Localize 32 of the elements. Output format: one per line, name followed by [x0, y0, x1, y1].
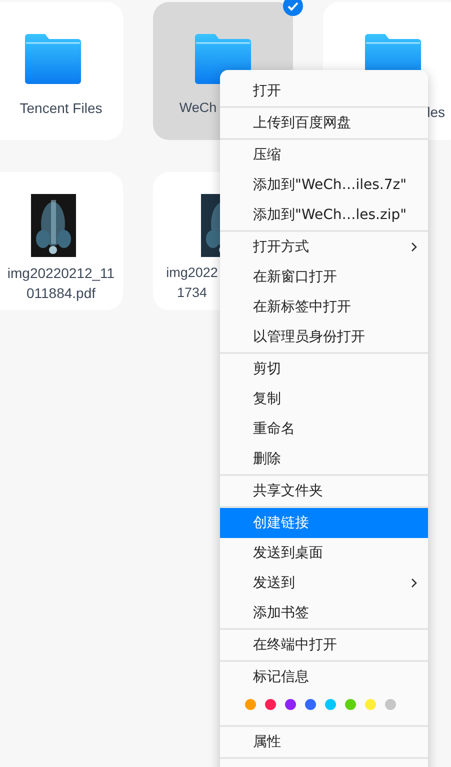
menu-item[interactable]: 发送到: [220, 568, 428, 598]
menu-item[interactable]: 添加到"WeCh…les.zip": [220, 200, 428, 230]
color-tag[interactable]: [305, 699, 316, 710]
menu-item[interactable]: 压缩: [220, 140, 428, 170]
color-tag[interactable]: [345, 699, 356, 710]
menu-item[interactable]: 以管理员身份打开: [220, 322, 428, 352]
menu-item[interactable]: 重命名: [220, 414, 428, 444]
file-name[interactable]: img2022 1734: [165, 263, 219, 303]
color-tag[interactable]: [265, 699, 276, 710]
menu-item[interactable]: 打开方式: [220, 232, 428, 262]
color-tag[interactable]: [385, 699, 396, 710]
color-tag[interactable]: [325, 699, 336, 710]
menu-item[interactable]: 共享文件夹: [220, 476, 428, 506]
menu-item[interactable]: 在新标签中打开: [220, 292, 428, 322]
folder-icon: [25, 34, 81, 84]
menu-item[interactable]: 添加书签: [220, 598, 428, 628]
menu-item[interactable]: 添加到"WeCh…iles.7z": [220, 170, 428, 200]
menu-item[interactable]: 上传到百度网盘: [220, 108, 428, 138]
menu-item[interactable]: 属性: [220, 727, 428, 757]
color-tag[interactable]: [245, 699, 256, 710]
menu-item[interactable]: 打开: [220, 76, 428, 106]
color-tag[interactable]: [285, 699, 296, 710]
menu-item[interactable]: 删除: [220, 444, 428, 474]
color-tag[interactable]: [365, 699, 376, 710]
menu-label: 标记信息: [252, 668, 310, 687]
menu-item[interactable]: 在终端中打开: [220, 630, 428, 660]
menu-item[interactable]: 复制: [220, 384, 428, 414]
menu-item[interactable]: 在新窗口打开: [220, 262, 428, 292]
file-name[interactable]: Tencent Files: [0, 98, 123, 118]
menu-item[interactable]: 剪切: [220, 354, 428, 384]
menu-item[interactable]: 发送到桌面: [220, 538, 428, 568]
menu-item[interactable]: 创建链接: [220, 508, 428, 538]
